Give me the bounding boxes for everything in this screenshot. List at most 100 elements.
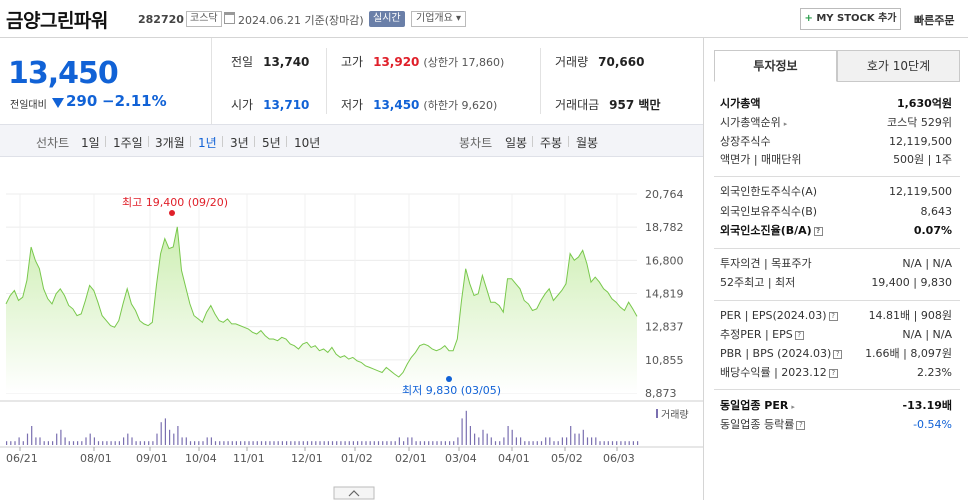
volume-bar [494, 441, 497, 445]
volume-bar [43, 441, 45, 445]
volume-bar [469, 426, 471, 445]
caret-right-icon[interactable]: ▸ [791, 403, 795, 411]
period-3y[interactable]: 3년 [230, 134, 249, 151]
volume-bar [252, 441, 254, 445]
period-1d[interactable]: 1일 [81, 134, 100, 151]
info-row: 외국인보유주식수(B) 8,643 [720, 204, 952, 220]
volume-bar [536, 441, 538, 445]
volume-bar [444, 441, 446, 445]
my-stock-add-button[interactable]: + MY STOCK 추가 [800, 8, 901, 30]
volume-bar [578, 433, 580, 445]
panel-separator [714, 248, 960, 249]
volume-bar [528, 441, 530, 445]
volume-bar [599, 441, 601, 445]
lower-limit: (하한가 9,620) [423, 99, 498, 112]
volume-bar [14, 441, 16, 445]
volume-bar [361, 441, 363, 445]
volume-bar [570, 426, 572, 445]
volume-bar [344, 441, 346, 445]
volume-bar [377, 441, 380, 445]
volume-bar [311, 441, 313, 445]
y-tick-label: 16,800 [645, 254, 684, 267]
info-value: -0.54% [913, 418, 952, 431]
candle-daily[interactable]: 일봉 [505, 134, 527, 151]
volume-bar [85, 437, 87, 445]
volume-bar [511, 429, 513, 445]
volume-bar [474, 433, 476, 445]
volume-bar [102, 441, 104, 445]
volume-bar [56, 433, 58, 445]
volume-bar [532, 441, 534, 445]
help-icon[interactable]: ? [794, 330, 804, 340]
calendar-icon [224, 12, 235, 24]
info-row: 외국인소진율(B/A)? 0.07% [720, 223, 952, 239]
volume-bar [89, 433, 91, 445]
info-row: 동일업종 PER ▸ -13.19배 [720, 398, 952, 414]
help-icon[interactable]: ? [828, 368, 838, 378]
change-value: 290 [66, 92, 98, 110]
y-tick-label: 12,837 [645, 321, 684, 334]
volume-bar [198, 441, 200, 445]
volume-bar [545, 437, 547, 445]
realtime-badge[interactable]: 실시간 [369, 11, 405, 27]
volume-bar [256, 441, 258, 445]
tab-order-book[interactable]: 호가 10단계 [837, 50, 960, 82]
volume-bar [31, 426, 33, 445]
info-row: 외국인한도주식수(A) 12,119,500 [720, 184, 952, 200]
period-1y[interactable]: 1년 [198, 134, 217, 151]
info-key: 52주최고 | 최저 [720, 276, 796, 289]
volume-bar [148, 441, 150, 445]
stat-value: 70,660 [598, 55, 645, 69]
volume-bar [461, 418, 463, 445]
quick-order-link[interactable]: 빠른주문 [914, 12, 954, 28]
x-tick-label: 11/01 [233, 452, 265, 465]
volume-bar [611, 441, 614, 445]
volume-bar [607, 441, 609, 445]
info-row: 52주최고 | 최저 19,400 | 9,830 [720, 275, 952, 291]
stat-value: 957 백만 [609, 98, 661, 112]
help-icon[interactable]: ? [796, 420, 806, 430]
volume-bar [223, 441, 225, 445]
collapse-handle[interactable] [333, 486, 375, 500]
info-key: 상장주식수 [720, 135, 771, 148]
caret-right-icon[interactable]: ▸ [784, 120, 788, 128]
change-percent: −2.11% [102, 92, 167, 110]
volume-bar [123, 437, 125, 445]
volume-bar [411, 437, 413, 445]
volume-bar [453, 441, 455, 445]
volume-bar [620, 441, 622, 445]
volume-bar [185, 437, 187, 445]
help-icon[interactable]: ? [828, 311, 838, 321]
x-tick-label: 10/04 [185, 452, 217, 465]
x-tick-label: 08/01 [80, 452, 112, 465]
company-overview-button[interactable]: 기업개요 ▾ [411, 11, 466, 27]
market-badge: 코스닥 [186, 11, 222, 27]
volume-bar [240, 441, 242, 445]
help-icon[interactable]: ? [813, 226, 823, 236]
period-10y[interactable]: 10년 [294, 134, 320, 151]
tab-investment-info[interactable]: 투자정보 [714, 50, 837, 82]
period-5y[interactable]: 5년 [262, 134, 281, 151]
price-summary: 13,450 전일대비 290 −2.11% [0, 38, 212, 124]
volume-bar [419, 441, 421, 445]
date-text: 2024.06.21 기준(장마감) [238, 14, 364, 27]
separator [105, 136, 106, 147]
info-key: 외국인소진율(B/A)? [720, 223, 823, 239]
x-tick-label: 05/02 [551, 452, 583, 465]
period-3m[interactable]: 3개월 [155, 134, 185, 151]
volume-bar [164, 418, 166, 445]
help-icon[interactable]: ? [833, 349, 843, 359]
volume-bar [6, 441, 8, 445]
price-chart[interactable]: 20,764 18,782 16,800 14,819 12,837 10,855 8,87… [0, 157, 703, 500]
candle-monthly[interactable]: 월봉 [576, 134, 598, 151]
candle-weekly[interactable]: 주봉 [540, 134, 562, 151]
info-value: 12,119,500 [889, 135, 952, 148]
volume-bar [302, 441, 304, 445]
volume-bar [507, 426, 509, 445]
separator [532, 136, 533, 147]
volume-bar [177, 426, 179, 445]
period-1w[interactable]: 1주일 [113, 134, 143, 151]
volume-bar [118, 441, 120, 445]
candle-chart-label: 봉차트 [459, 136, 493, 150]
volume-bar [591, 437, 593, 445]
